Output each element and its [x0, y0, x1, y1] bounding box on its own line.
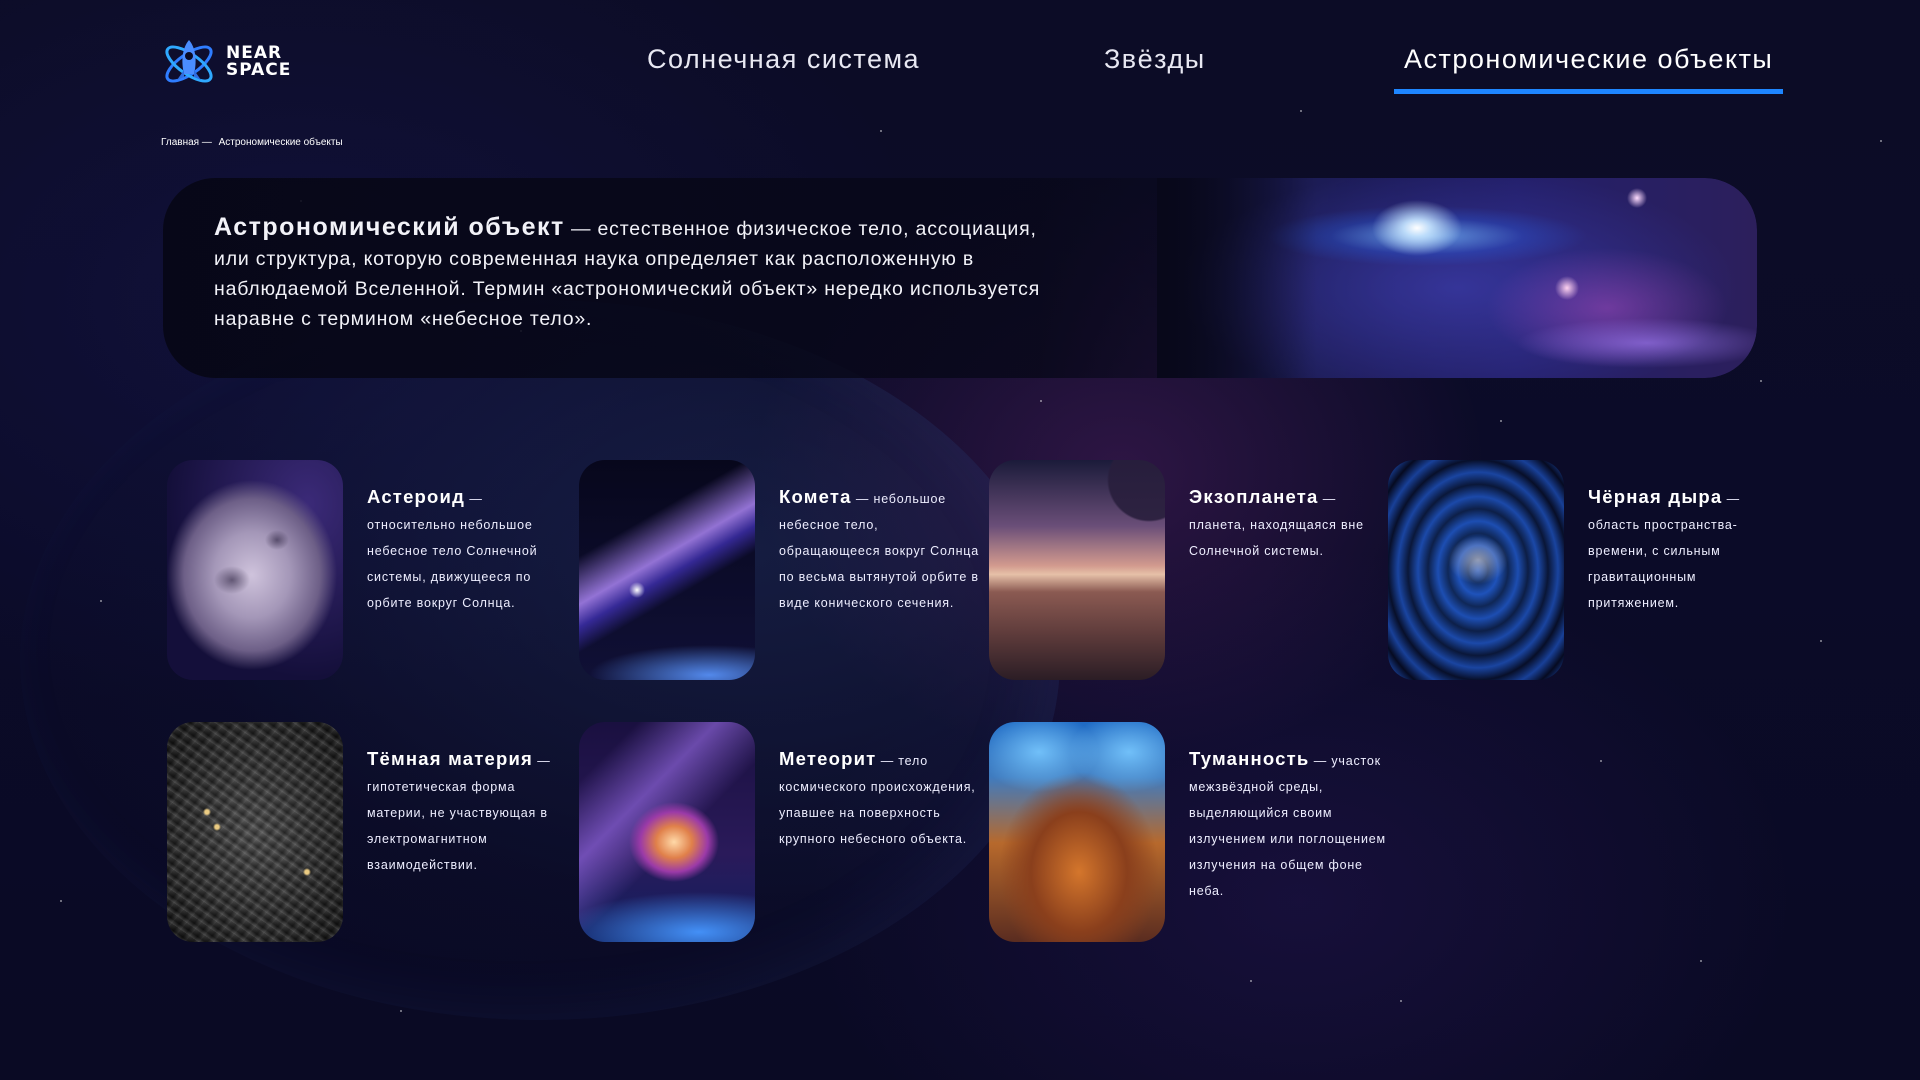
card-title: Астероид: [367, 486, 466, 507]
card-text: — относительно небольшое небесное тело С…: [367, 492, 538, 610]
card-nebula[interactable]: Туманность — участок межзвёздной среды, …: [989, 722, 1389, 942]
card-title: Экзопланета: [1189, 486, 1319, 507]
card-text: — участок межзвёздной среды, выделяющийс…: [1189, 754, 1386, 898]
comet-image: [579, 460, 755, 680]
meteorite-image: [579, 722, 755, 942]
galaxy-image: [1157, 178, 1757, 378]
hero-definition: Астрономический объект — естественное фи…: [214, 212, 1074, 334]
card-description: Метеорит — тело космического происхожден…: [779, 746, 979, 852]
hero-banner: Астрономический объект — естественное фи…: [163, 178, 1757, 378]
card-asteroid[interactable]: Астероид — относительно небольшое небесн…: [167, 460, 567, 680]
breadcrumb-home[interactable]: Главная: [161, 137, 199, 148]
card-text: — гипотетическая форма материи, не участ…: [367, 754, 551, 872]
card-black-hole[interactable]: Чёрная дыра — область пространства-време…: [1388, 460, 1788, 680]
card-description: Астероид — относительно небольшое небесн…: [367, 484, 567, 616]
breadcrumb-current: Астрономические объекты: [218, 137, 343, 148]
hero-term: Астрономический объект: [214, 213, 565, 241]
nebula-image: [989, 722, 1165, 942]
card-description: Туманность — участок межзвёздной среды, …: [1189, 746, 1389, 904]
asteroid-image: [167, 460, 343, 680]
card-title: Тёмная материя: [367, 748, 534, 769]
card-description: Экзопланета — планета, находящаяся вне С…: [1189, 484, 1389, 564]
nav-stars[interactable]: Звёзды: [1094, 44, 1216, 89]
card-exoplanet[interactable]: Экзопланета — планета, находящаяся вне С…: [989, 460, 1389, 680]
nav-solar-system[interactable]: Солнечная система: [637, 44, 930, 89]
card-title: Туманность: [1189, 748, 1310, 769]
card-meteorite[interactable]: Метеорит — тело космического происхожден…: [579, 722, 979, 942]
dark-matter-image: [167, 722, 343, 942]
breadcrumb: Главная — Астрономические объекты: [161, 137, 347, 148]
card-description: Чёрная дыра — область пространства-време…: [1588, 484, 1788, 616]
card-dark-matter[interactable]: Тёмная материя — гипотетическая форма ма…: [167, 722, 567, 942]
card-comet[interactable]: Комета — небольшое небесное тело, обраща…: [579, 460, 979, 680]
card-description: Тёмная материя — гипотетическая форма ма…: [367, 746, 567, 878]
card-text: — небольшое небесное тело, обращающееся …: [779, 492, 979, 610]
card-text: — область пространства-времени, с сильны…: [1588, 492, 1740, 610]
card-title: Чёрная дыра: [1588, 486, 1723, 507]
card-title: Метеорит: [779, 748, 877, 769]
exoplanet-image: [989, 460, 1165, 680]
nav-astronomical-objects[interactable]: Астрономические объекты: [1394, 44, 1784, 94]
breadcrumb-separator: —: [201, 137, 212, 148]
card-description: Комета — небольшое небесное тело, обраща…: [779, 484, 979, 616]
black-hole-image: [1388, 460, 1564, 680]
card-title: Комета: [779, 486, 852, 507]
main-nav: Солнечная система Звёзды Астрономические…: [0, 44, 1920, 94]
